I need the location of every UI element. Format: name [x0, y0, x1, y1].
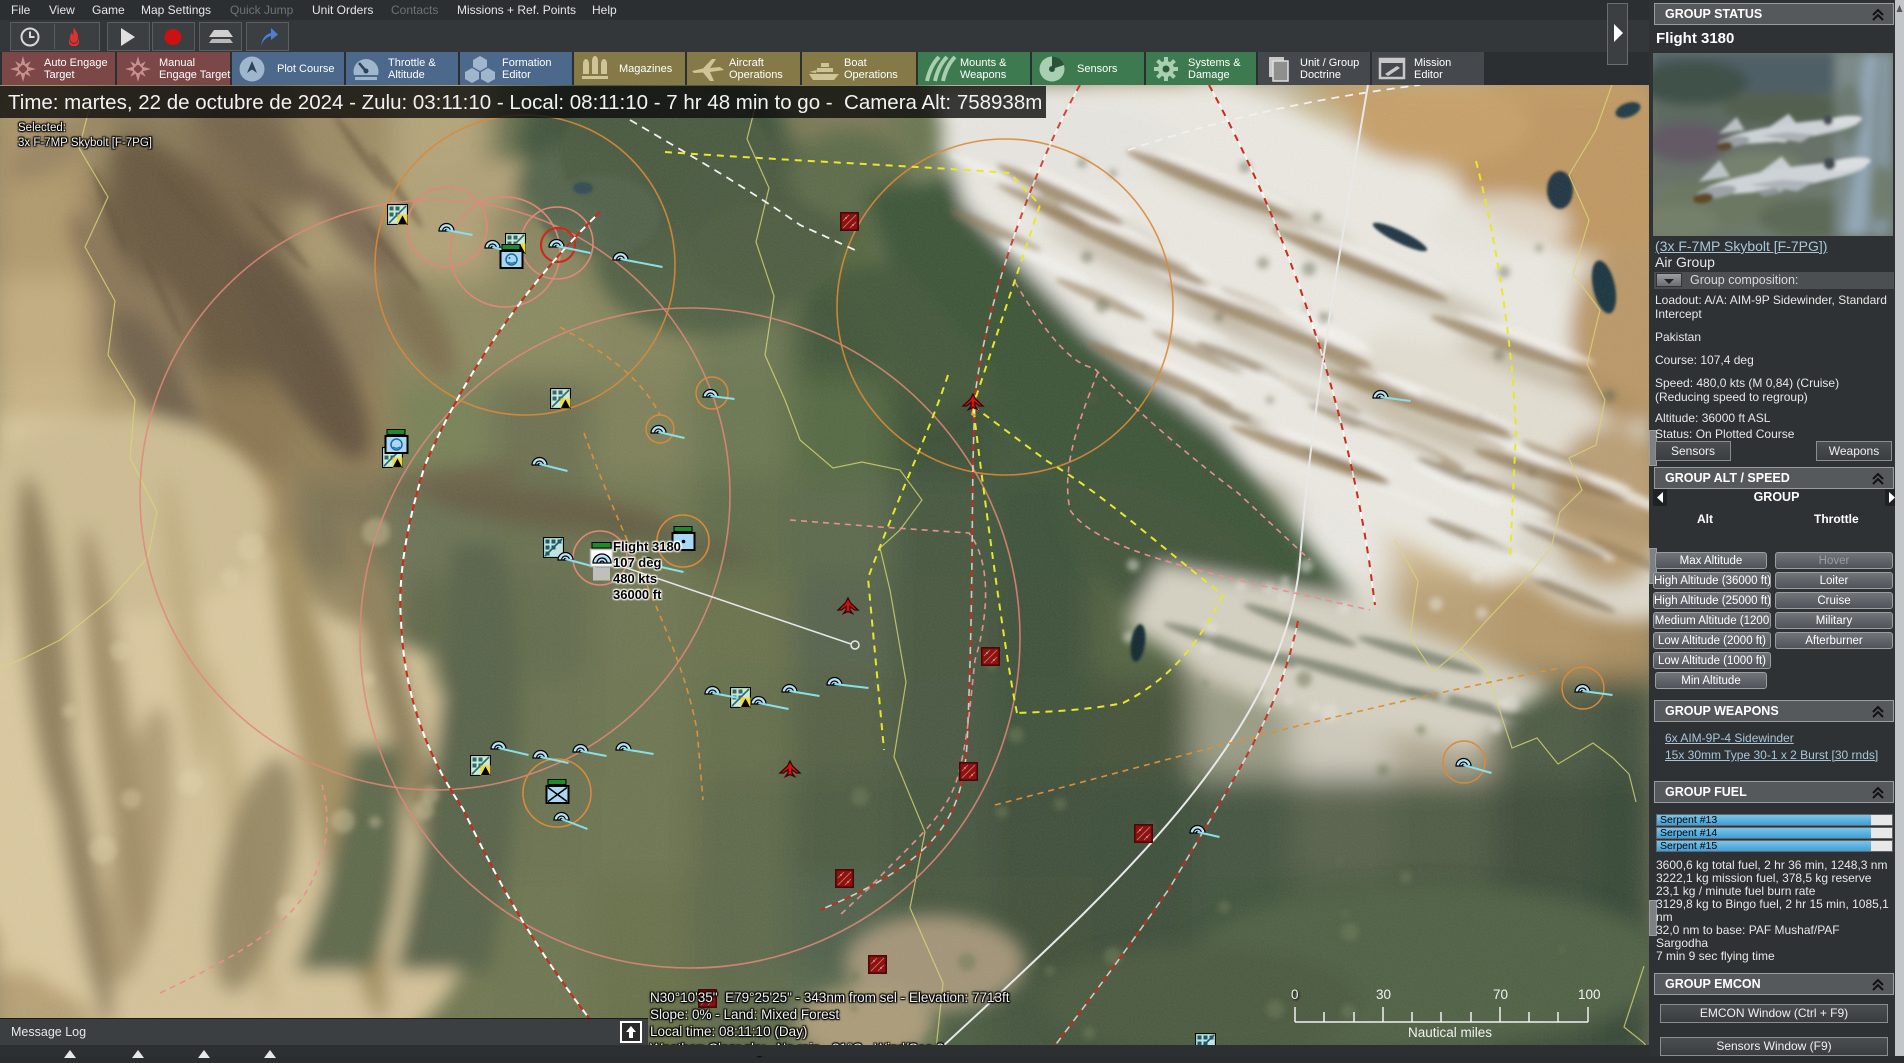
svg-text:30: 30	[1376, 987, 1391, 1002]
svg-text:100: 100	[1578, 987, 1600, 1002]
svg-text:0: 0	[1291, 987, 1299, 1002]
svg-text:70: 70	[1493, 987, 1508, 1002]
svg-text:Nautical miles: Nautical miles	[1408, 1025, 1492, 1040]
